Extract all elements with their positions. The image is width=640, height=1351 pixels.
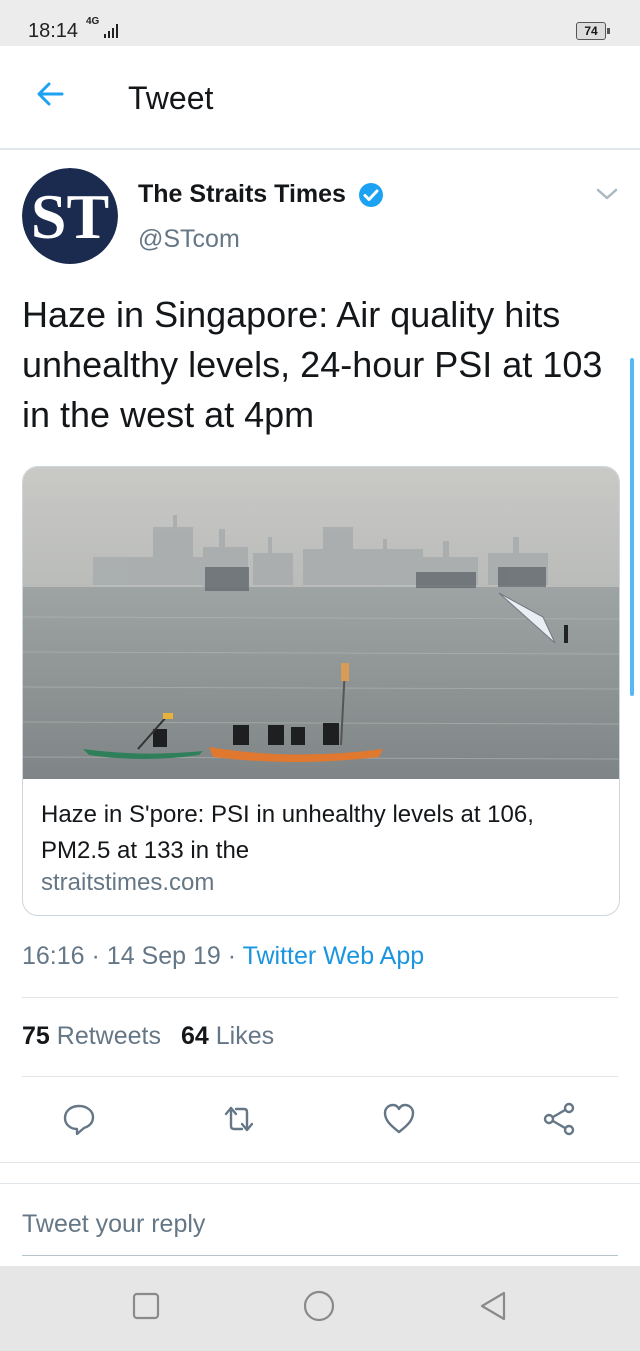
card-title: Haze in S'pore: PSI in unhealthy levels … bbox=[41, 801, 534, 864]
tweet-metadata: 16:16 · 14 Sep 19 · Twitter Web App bbox=[22, 942, 424, 971]
home-icon[interactable] bbox=[303, 1290, 335, 1322]
status-bar: 18:14 4G 74 bbox=[0, 0, 640, 46]
reply-icon[interactable] bbox=[62, 1102, 96, 1136]
share-icon[interactable] bbox=[542, 1102, 576, 1136]
card-domain: straitstimes.com bbox=[41, 869, 215, 896]
straits-times-logo: ST bbox=[22, 168, 118, 264]
divider bbox=[22, 997, 618, 998]
tweet-time: 16:16 bbox=[22, 942, 85, 970]
status-time: 18:14 bbox=[28, 20, 79, 42]
system-navigation-bar bbox=[0, 1266, 640, 1351]
author-handle[interactable]: @STcom bbox=[138, 225, 240, 254]
chevron-down-icon[interactable] bbox=[596, 186, 618, 202]
reply-underline bbox=[22, 1255, 618, 1256]
page-title: Tweet bbox=[128, 80, 214, 116]
tweet-stats: 75 Retweets 64 Likes bbox=[22, 1022, 274, 1051]
retweet-icon[interactable] bbox=[222, 1102, 256, 1136]
scrollbar[interactable] bbox=[630, 358, 634, 696]
reply-input[interactable]: Tweet your reply bbox=[22, 1210, 205, 1239]
recent-apps-icon[interactable] bbox=[130, 1290, 162, 1322]
back-arrow-icon[interactable] bbox=[34, 78, 66, 110]
back-triangle-icon[interactable] bbox=[478, 1290, 510, 1322]
like-heart-icon[interactable] bbox=[382, 1102, 416, 1136]
likes-stat[interactable]: 64 Likes bbox=[181, 1022, 274, 1050]
network-type: 4G bbox=[86, 16, 100, 27]
likes-label: Likes bbox=[215, 1022, 275, 1050]
section-separator bbox=[0, 1162, 640, 1184]
svg-text:ST: ST bbox=[31, 181, 109, 252]
tweet-date: 14 Sep 19 bbox=[106, 942, 221, 970]
verified-badge-icon bbox=[359, 183, 383, 207]
likes-count: 64 bbox=[180, 1022, 209, 1050]
signal-icon bbox=[104, 24, 118, 38]
meta-separator: · bbox=[227, 942, 237, 970]
author-name[interactable]: The Straits Times bbox=[138, 180, 346, 209]
avatar[interactable]: ST bbox=[22, 168, 118, 264]
divider bbox=[22, 1076, 618, 1077]
retweets-label: Retweets bbox=[56, 1022, 161, 1050]
retweets-count: 75 bbox=[22, 1022, 50, 1050]
tweet-text: Haze in Singapore: Air quality hits unhe… bbox=[22, 294, 603, 435]
meta-separator: · bbox=[91, 942, 100, 970]
tweet-source-link[interactable]: Twitter Web App bbox=[243, 942, 425, 970]
battery-icon: 74 bbox=[576, 22, 610, 40]
retweets-stat[interactable]: 75 Retweets bbox=[22, 1022, 161, 1050]
top-app-bar: Tweet bbox=[0, 46, 640, 150]
link-preview-card[interactable]: Haze in S'pore: PSI in unhealthy levels … bbox=[22, 466, 620, 916]
card-image bbox=[23, 467, 619, 779]
